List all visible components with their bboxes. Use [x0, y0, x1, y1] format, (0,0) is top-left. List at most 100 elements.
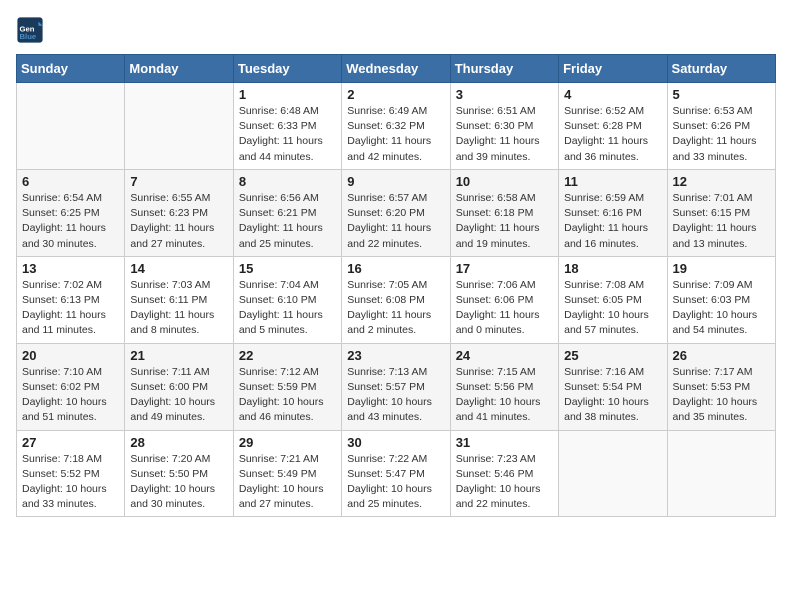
sunrise-text: Sunrise: 7:09 AM: [673, 279, 753, 291]
day-detail: Sunrise: 7:12 AM Sunset: 5:59 PM Daylight:…: [239, 365, 336, 426]
sunset-text: Sunset: 6:16 PM: [564, 207, 642, 219]
sunrise-text: Sunrise: 7:13 AM: [347, 366, 427, 378]
sunrise-text: Sunrise: 7:11 AM: [130, 366, 209, 378]
sunset-text: Sunset: 6:02 PM: [22, 381, 100, 393]
sunset-text: Sunset: 6:23 PM: [130, 207, 208, 219]
daylight-text: Daylight: 10 hours and 33 minutes.: [22, 483, 107, 510]
day-detail: Sunrise: 6:49 AMSunset: 6:32 PMDaylight:…: [347, 104, 444, 165]
day-number: 15: [239, 261, 336, 276]
calendar-cell: 23Sunrise: 7:13 AMSunset: 5:57 PMDayligh…: [342, 343, 450, 430]
day-number: 16: [347, 261, 444, 276]
day-number: 12: [673, 174, 770, 189]
day-detail: Sunrise: 7:17 AMSunset: 5:53 PMDaylight:…: [673, 365, 770, 426]
sunset-text: Sunset: 6:10 PM: [239, 294, 317, 306]
day-detail: Sunrise: 7:03 AMSunset: 6:11 PMDaylight:…: [130, 278, 227, 339]
day-number: 2: [347, 87, 444, 102]
calendar-cell: 21Sunrise: 7:11 AMSunset: 6:00 PMDayligh…: [125, 343, 233, 430]
calendar-cell: 15 Sunrise: 7:04 AM Sunset: 6:10 PM Dayligh…: [233, 256, 341, 343]
calendar-cell: 3Sunrise: 6:51 AMSunset: 6:30 PMDaylight…: [450, 83, 558, 170]
sunset-text: Sunset: 5:50 PM: [130, 468, 208, 480]
daylight-text: Daylight: 11 hours and 27 minutes.: [130, 222, 214, 249]
calendar-cell: 14Sunrise: 7:03 AMSunset: 6:11 PMDayligh…: [125, 256, 233, 343]
sunset-text: Sunset: 5:47 PM: [347, 468, 425, 480]
day-detail: Sunrise: 6:54 AMSunset: 6:25 PMDaylight:…: [22, 191, 119, 252]
sunset-text: Sunset: 6:00 PM: [130, 381, 208, 393]
sunset-text: Sunset: 5:59 PM: [239, 381, 317, 393]
day-detail: Sunrise: 6:56 AMSunset: 6:21 PMDaylight:…: [239, 191, 336, 252]
calendar-cell: 6 Sunrise: 6:54 AMSunset: 6:25 PMDaylight…: [17, 169, 125, 256]
calendar-cell: [559, 430, 667, 517]
day-detail: Sunrise: 7:21 AMSunset: 5:49 PMDaylight:…: [239, 452, 336, 513]
calendar-cell: [125, 83, 233, 170]
daylight-text: Daylight: 10 hours and 30 minutes.: [130, 483, 215, 510]
daylight-text: Daylight: 11 hours and 0 minutes.: [456, 309, 540, 336]
day-number: 8: [239, 174, 336, 189]
daylight-text: Daylight: 10 hours and 57 minutes.: [564, 309, 649, 336]
calendar-cell: 9 Sunrise: 6:57 AMSunset: 6:20 PMDaylight…: [342, 169, 450, 256]
day-detail: Sunrise: 7:04 AM Sunset: 6:10 PM Daylight:…: [239, 278, 336, 339]
day-detail: Sunrise: 7:05 AMSunset: 6:08 PMDaylight:…: [347, 278, 444, 339]
daylight-text: Daylight: 11 hours and 39 minutes.: [456, 135, 540, 162]
logo-icon: Gen Blue: [16, 16, 44, 44]
daylight-text: Daylight: 10 hours and 41 minutes.: [456, 396, 541, 423]
day-detail: Sunrise: 7:15 AMSunset: 5:56 PMDaylight:…: [456, 365, 553, 426]
day-detail: Sunrise: 7:10 AMSunset: 6:02 PMDaylight:…: [22, 365, 119, 426]
calendar-week-row: 13Sunrise: 7:02 AMSunset: 6:13 PMDayligh…: [17, 256, 776, 343]
daylight-text: Daylight: 11 hours and 42 minutes.: [347, 135, 431, 162]
sunset-text: Sunset: 6:03 PM: [673, 294, 751, 306]
calendar-week-row: 20Sunrise: 7:10 AMSunset: 6:02 PMDayligh…: [17, 343, 776, 430]
daylight-text: Daylight: 11 hours and 2 minutes.: [347, 309, 431, 336]
day-number: 26: [673, 348, 770, 363]
sunrise-text: Sunrise: 7:21 AM: [239, 453, 319, 465]
calendar-cell: [667, 430, 775, 517]
sunset-text: Sunset: 5:57 PM: [347, 381, 425, 393]
day-number: 17: [456, 261, 553, 276]
day-detail: Sunrise: 7:11 AM Sunset: 6:00 PM Daylight:…: [130, 365, 227, 426]
day-detail: Sunrise: 7:22 AM Sunset: 5:47 PM Daylight:…: [347, 452, 444, 513]
page-header: Gen Blue: [16, 16, 776, 44]
calendar-cell: 28Sunrise: 7:20 AMSunset: 5:50 PMDayligh…: [125, 430, 233, 517]
calendar-cell: 7Sunrise: 6:55 AMSunset: 6:23 PMDaylight…: [125, 169, 233, 256]
daylight-text: Daylight: 10 hours and 46 minutes.: [239, 396, 324, 423]
sunset-text: Sunset: 6:26 PM: [673, 120, 751, 132]
day-detail: Sunrise: 7:06 AMSunset: 6:06 PMDaylight:…: [456, 278, 553, 339]
day-detail: Sunrise: 6:59 AMSunset: 6:16 PMDaylight:…: [564, 191, 661, 252]
day-detail: Sunrise: 6:52 AMSunset: 6:28 PMDaylight:…: [564, 104, 661, 165]
sunrise-text: Sunrise: 7:18 AM: [22, 453, 102, 465]
sunset-text: Sunset: 6:25 PM: [22, 207, 100, 219]
day-number: 6: [22, 174, 119, 189]
sunset-text: Sunset: 6:15 PM: [673, 207, 751, 219]
calendar-cell: 12 Sunrise: 7:01 AMSunset: 6:15 PMDayligh…: [667, 169, 775, 256]
sunset-text: Sunset: 6:06 PM: [456, 294, 534, 306]
sunset-text: Sunset: 6:28 PM: [564, 120, 642, 132]
sunset-text: Sunset: 6:20 PM: [347, 207, 425, 219]
daylight-text: Daylight: 10 hours and 49 minutes.: [130, 396, 215, 423]
sunrise-text: Sunrise: 6:58 AM: [456, 192, 536, 204]
day-number: 22: [239, 348, 336, 363]
sunrise-text: Sunrise: 7:05 AM: [347, 279, 427, 291]
daylight-text: Daylight: 11 hours and 11 minutes.: [22, 309, 106, 336]
day-number: 3: [456, 87, 553, 102]
day-number: 9: [347, 174, 444, 189]
day-number: 5: [673, 87, 770, 102]
day-detail: Sunrise: 6:57 AMSunset: 6:20 PMDaylight:…: [347, 191, 444, 252]
day-detail: Sunrise: 7:01 AMSunset: 6:15 PMDaylight:…: [673, 191, 770, 252]
sunrise-text: Sunrise: 6:48 AM: [239, 105, 319, 117]
daylight-text: Daylight: 11 hours and 16 minutes.: [564, 222, 648, 249]
daylight-text: Daylight: 10 hours and 25 minutes.: [347, 483, 432, 510]
daylight-text: Daylight: 10 hours and 43 minutes.: [347, 396, 432, 423]
sunrise-text: Sunrise: 7:22 AM: [347, 453, 427, 465]
daylight-text: Daylight: 10 hours and 51 minutes.: [22, 396, 107, 423]
calendar-cell: 20Sunrise: 7:10 AMSunset: 6:02 PMDayligh…: [17, 343, 125, 430]
sunset-text: Sunset: 5:56 PM: [456, 381, 534, 393]
sunset-text: Sunset: 5:52 PM: [22, 468, 100, 480]
sunset-text: Sunset: 6:18 PM: [456, 207, 534, 219]
day-number: 10: [456, 174, 553, 189]
sunset-text: Sunset: 5:46 PM: [456, 468, 534, 480]
sunrise-text: Sunrise: 7:12 AM: [239, 366, 319, 378]
day-number: 30: [347, 435, 444, 450]
day-number: 19: [673, 261, 770, 276]
daylight-text: Daylight: 11 hours and 5 minutes.: [239, 309, 323, 336]
day-number: 1: [239, 87, 336, 102]
sunrise-text: Sunrise: 7:04 AM: [239, 279, 319, 291]
